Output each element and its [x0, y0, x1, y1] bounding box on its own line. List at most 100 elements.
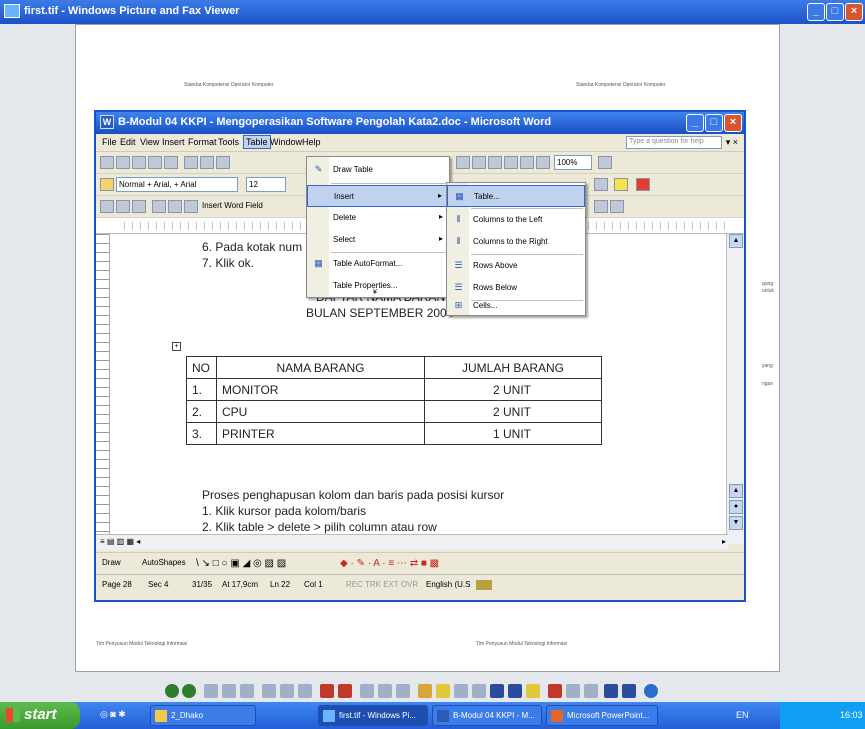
scroll-right-icon[interactable]: ▸ [722, 537, 726, 546]
pen-icon[interactable] [418, 684, 432, 698]
drawing-icon[interactable] [504, 156, 518, 169]
save-icon[interactable] [132, 156, 146, 169]
draw-menu[interactable]: Draw [102, 558, 121, 567]
submenu-item-rows-above[interactable]: ☰ Rows Above [447, 255, 585, 277]
slideshow-icon[interactable] [240, 684, 254, 698]
filled-rect-icon[interactable] [490, 684, 504, 698]
menu-table[interactable]: Table [243, 135, 271, 149]
word-minimize-button[interactable]: _ [686, 114, 704, 132]
page-up-icon[interactable] [396, 684, 410, 698]
horizontal-scrollbar[interactable]: ≡ ▤ ▥ ▦ ◂ ▸ [96, 534, 728, 550]
table-icon[interactable] [456, 156, 470, 169]
zoom-in-icon[interactable] [262, 684, 276, 698]
email-icon[interactable] [164, 156, 178, 169]
close-doc-icon[interactable]: ▾ × [726, 137, 738, 148]
style-combo[interactable]: Normal + Arial, + Arial [116, 177, 238, 192]
next-image-icon[interactable] [182, 684, 196, 698]
browse-object-icon[interactable]: ● [729, 500, 743, 514]
excel-icon[interactable] [472, 156, 486, 169]
print-image-icon[interactable] [622, 684, 636, 698]
columns-icon[interactable] [488, 156, 502, 169]
page-icon[interactable] [360, 684, 374, 698]
save-image-icon[interactable] [604, 684, 618, 698]
text-icon[interactable] [508, 684, 522, 698]
submenu-item-columns-right[interactable]: ⫴ Columns to the Right [447, 231, 585, 253]
prev-page-icon[interactable]: ▲ [729, 484, 743, 498]
menu-edit[interactable]: Edit [120, 137, 136, 147]
menu-item-select[interactable]: Select ▸ [307, 229, 449, 251]
merge-to-doc-icon[interactable] [594, 200, 608, 213]
edit-recipients-icon[interactable] [132, 200, 146, 213]
zoom-out-icon[interactable] [280, 684, 294, 698]
insert-word-field[interactable]: Insert Word Field [202, 201, 263, 210]
note-icon[interactable] [526, 684, 540, 698]
open-icon[interactable] [116, 156, 130, 169]
greeting-icon[interactable] [168, 200, 182, 213]
menu-item-insert[interactable]: Insert ▸ [307, 185, 449, 207]
menu-item-delete[interactable]: Delete ▸ [307, 207, 449, 229]
help-icon[interactable] [598, 156, 612, 169]
menu-window[interactable]: Window [270, 137, 302, 147]
view-buttons[interactable]: ≡ ▤ ▥ ▦ ◂ [100, 537, 140, 546]
task-word[interactable]: B-Modul 04 KKPI - M... [432, 705, 542, 726]
start-button[interactable]: start [0, 702, 80, 729]
expand-menu-icon[interactable]: ¥ [373, 289, 377, 296]
page-down-icon[interactable] [378, 684, 392, 698]
task-picture-viewer[interactable]: first.tif - Windows Pi... [318, 705, 428, 726]
language-indicator[interactable]: EN [736, 710, 749, 720]
menu-item-table-autoformat[interactable]: ▦ Table AutoFormat... [307, 253, 449, 275]
actual-size-icon[interactable] [222, 684, 236, 698]
new-icon[interactable] [100, 156, 114, 169]
spelling-status-icon[interactable] [476, 580, 492, 590]
draw-shapes-icons[interactable]: \ ↘ □ ○ ▣ ◢ ◎ ▧ ▨ [196, 558, 286, 569]
menu-file[interactable]: File [102, 137, 117, 147]
line-icon[interactable] [454, 684, 468, 698]
minimize-button[interactable]: _ [807, 3, 825, 21]
close-button[interactable]: × [845, 3, 863, 21]
maximize-button[interactable]: □ [826, 3, 844, 21]
viewer-help-icon[interactable] [644, 684, 658, 698]
font-color-icon[interactable] [636, 178, 650, 191]
address-block-icon[interactable] [152, 200, 166, 213]
word-maximize-button[interactable]: □ [705, 114, 723, 132]
merge-fields-icon[interactable] [184, 200, 198, 213]
quick-launch-icons[interactable]: ◎ ◙ ✱ [100, 709, 126, 720]
highlighter-icon[interactable] [436, 684, 450, 698]
rotate-cw-icon[interactable] [566, 684, 580, 698]
menu-item-draw-table[interactable]: ✎ Draw Table [307, 159, 449, 181]
doc-map-icon[interactable] [520, 156, 534, 169]
menu-help[interactable]: Help [302, 137, 321, 147]
styles-icon[interactable] [100, 178, 114, 191]
color-icons[interactable]: ◆ · ✎ · A · ≡ ⋯ ⇄ ■ ▩ [340, 558, 439, 569]
highlight-icon[interactable] [614, 178, 628, 191]
submenu-item-table[interactable]: ▦ Table... [447, 185, 585, 207]
rotate-ccw-icon[interactable] [584, 684, 598, 698]
borders-icon[interactable] [594, 178, 608, 191]
menu-item-table-properties[interactable]: Table Properties... [307, 275, 449, 297]
submenu-item-columns-left[interactable]: ⫴ Columns to the Left [447, 209, 585, 231]
menu-tools[interactable]: Tools [218, 137, 239, 147]
recipients-icon[interactable] [116, 200, 130, 213]
merge-to-printer-icon[interactable] [610, 200, 624, 213]
show-hide-icon[interactable] [536, 156, 550, 169]
scroll-up-icon[interactable]: ▲ [729, 234, 743, 248]
word-close-button[interactable]: × [724, 114, 742, 132]
menu-format[interactable]: Format [188, 137, 217, 147]
permission-icon[interactable] [148, 156, 162, 169]
print-preview-icon[interactable] [200, 156, 214, 169]
zoom-combo[interactable]: 100% [554, 155, 592, 170]
table-move-handle[interactable]: + [172, 342, 181, 351]
rect-icon[interactable] [472, 684, 486, 698]
task-folder[interactable]: 2_Dhako [150, 705, 256, 726]
text-annotation-icon[interactable] [338, 684, 352, 698]
spelling-icon[interactable] [216, 156, 230, 169]
main-doc-icon[interactable] [100, 200, 114, 213]
annotation-icon[interactable] [320, 684, 334, 698]
help-search-input[interactable]: Type a question for help [626, 136, 722, 149]
next-page-icon[interactable]: ▼ [729, 516, 743, 530]
autoshapes-menu[interactable]: AutoShapes [142, 558, 186, 567]
print-icon[interactable] [184, 156, 198, 169]
task-powerpoint[interactable]: Microsoft PowerPoint... [546, 705, 658, 726]
submenu-item-cells[interactable]: ⊞ Cells... [447, 295, 585, 317]
best-fit-icon[interactable] [204, 684, 218, 698]
